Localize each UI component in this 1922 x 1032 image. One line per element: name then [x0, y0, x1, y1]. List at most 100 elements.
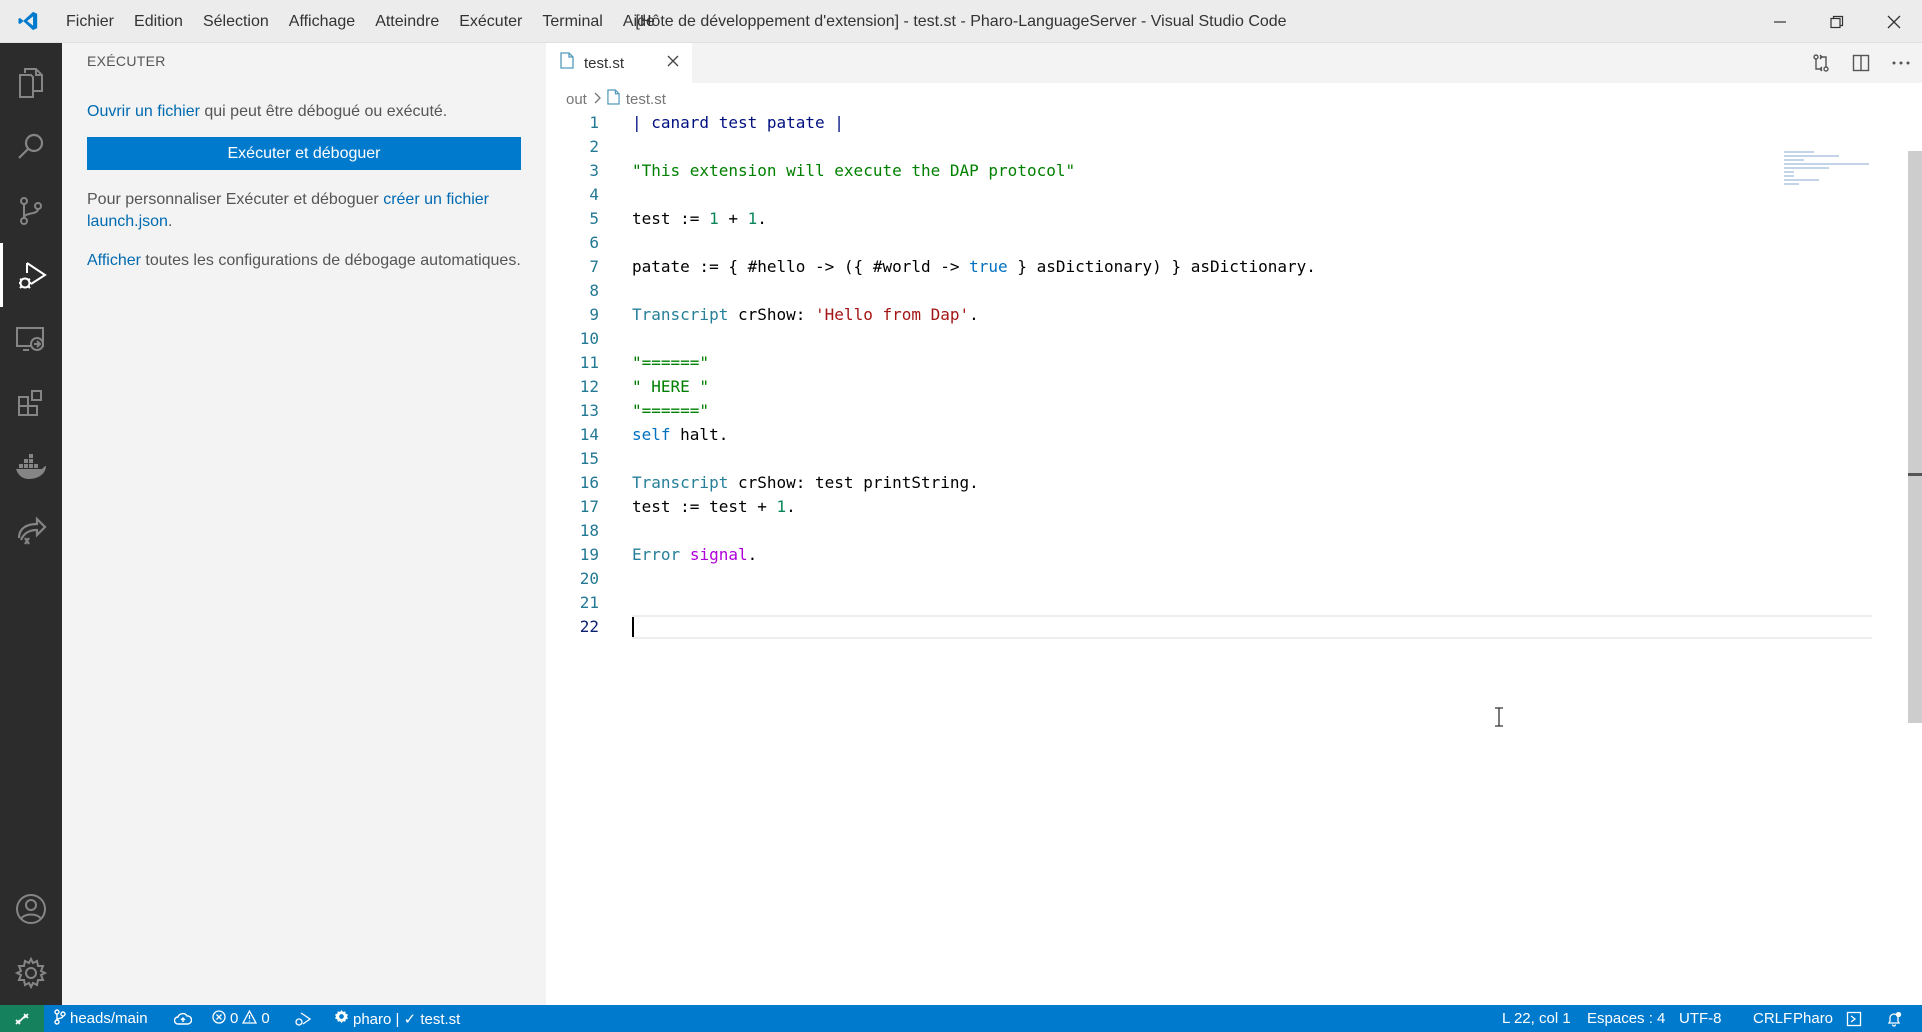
vertical-scrollbar[interactable] — [1908, 151, 1922, 723]
code-token: . — [786, 497, 796, 516]
close-icon[interactable] — [666, 54, 680, 73]
file-icon — [560, 52, 574, 74]
code-line[interactable]: 9 Transcript crShow: 'Hello from Dap'. — [546, 303, 1886, 327]
code-line[interactable]: 3 "This extension will execute the DAP pr… — [546, 159, 1886, 183]
code-line[interactable]: 1 | canard test patate | — [546, 111, 1886, 135]
code-line[interactable]: 16 Transcript crShow: test printString. — [546, 471, 1886, 495]
remote-indicator-icon[interactable] — [0, 1005, 44, 1032]
code-line[interactable]: 21 — [546, 591, 1886, 615]
line-number: 7 — [589, 257, 599, 276]
remote-explorer-icon[interactable] — [0, 307, 62, 371]
menu-terminal[interactable]: Terminal — [532, 0, 612, 43]
line-number: 9 — [589, 305, 599, 324]
line-content: | canard test patate | — [632, 111, 844, 135]
code-line[interactable]: 10 — [546, 327, 1886, 351]
open-file-link[interactable]: Ouvrir un fichier — [87, 103, 200, 120]
line-number: 20 — [579, 569, 599, 588]
code-line[interactable]: 15 — [546, 447, 1886, 471]
menu-selection[interactable]: Sélection — [193, 0, 279, 43]
code-line[interactable]: 6 — [546, 231, 1886, 255]
cursor-position[interactable]: L 22, col 1 — [1502, 1005, 1571, 1032]
language-mode[interactable]: Pharo — [1793, 1005, 1833, 1032]
code-token: Transcript — [632, 473, 729, 492]
line-content: Error signal. — [632, 543, 757, 567]
code-token: + — [718, 209, 748, 228]
close-window-icon[interactable] — [1865, 0, 1922, 43]
line-number: 13 — [579, 401, 599, 420]
menu-affichage[interactable]: Affichage — [279, 0, 365, 43]
breadcrumb-folder[interactable]: out — [566, 91, 587, 108]
split-editor-icon[interactable] — [1850, 49, 1872, 77]
line-content: self halt. — [632, 423, 728, 447]
line-content: patate := { #hello -> ({ #world -> true … — [632, 255, 1316, 279]
menu-executer[interactable]: Exécuter — [449, 0, 532, 43]
line-content: "======" — [632, 399, 709, 423]
text-cursor-icon — [1494, 707, 1504, 732]
tab-test-st[interactable]: test.st — [546, 43, 692, 83]
code-line[interactable]: 19 Error signal. — [546, 543, 1886, 567]
restore-icon[interactable] — [1808, 0, 1865, 43]
end-of-line[interactable]: CRLF — [1753, 1005, 1792, 1032]
live-share-icon[interactable] — [0, 499, 62, 563]
line-number: 14 — [579, 425, 599, 444]
account-icon[interactable] — [0, 877, 62, 941]
explorer-icon[interactable] — [0, 51, 62, 115]
customize-end: . — [167, 213, 173, 230]
line-number: 11 — [579, 353, 599, 372]
problems-indicator[interactable]: 0 0 — [212, 1005, 270, 1032]
source-control-icon[interactable] — [0, 179, 62, 243]
sync-icon[interactable] — [174, 1005, 192, 1032]
line-number: 22 — [579, 617, 599, 636]
code-line[interactable]: 5 test := 1 + 1. — [546, 207, 1886, 231]
run-and-debug-button[interactable]: Exécuter et déboguer — [87, 137, 521, 170]
notifications-bell-icon[interactable] — [1886, 1005, 1902, 1032]
code-token: "======" — [632, 401, 710, 420]
line-number: 2 — [589, 137, 599, 156]
debug-run-icon[interactable] — [294, 1005, 312, 1032]
indentation[interactable]: Espaces : 4 — [1587, 1005, 1665, 1032]
extensions-icon[interactable] — [0, 371, 62, 435]
code-line[interactable]: 2 — [546, 135, 1886, 159]
line-content: "======" — [632, 351, 709, 375]
search-icon[interactable] — [0, 115, 62, 179]
line-content: test := test + 1. — [632, 495, 796, 519]
line-number: 5 — [589, 209, 599, 228]
status-bar: heads/main 0 0 pharo | ✓ test.st L 22, c… — [0, 1005, 1922, 1032]
feedback-icon[interactable] — [1846, 1005, 1862, 1032]
show-configs-link[interactable]: Afficher — [87, 252, 141, 269]
code-line[interactable]: 12 " HERE " — [546, 375, 1886, 399]
code-line[interactable]: 17 test := test + 1. — [546, 495, 1886, 519]
open-changes-icon[interactable] — [1810, 49, 1832, 77]
menu-aide[interactable]: Aide — [613, 0, 665, 43]
branch-indicator[interactable]: heads/main — [54, 1005, 148, 1032]
menu-atteindre[interactable]: Atteindre — [365, 0, 449, 43]
code-line[interactable]: 7 patate := { #hello -> ({ #world -> true… — [546, 255, 1886, 279]
code-token: patate := { #hello -> ({ #world -> — [632, 257, 970, 276]
encoding[interactable]: UTF-8 — [1679, 1005, 1722, 1032]
code-line[interactable]: 4 — [546, 183, 1886, 207]
line-number: 21 — [579, 593, 599, 612]
menu-edition[interactable]: Edition — [124, 0, 193, 43]
git-branch-icon — [54, 1008, 66, 1029]
menu-fichier[interactable]: Fichier — [56, 0, 124, 43]
code-line[interactable]: 8 — [546, 279, 1886, 303]
code-line[interactable]: 20 — [546, 567, 1886, 591]
code-line[interactable]: 18 — [546, 519, 1886, 543]
scroll-position-marker — [1908, 473, 1922, 476]
code-token: test := — [632, 209, 710, 228]
code-line[interactable]: 22 — [546, 615, 1886, 639]
breadcrumb-file[interactable]: test.st — [626, 91, 666, 108]
minimap[interactable] — [1784, 151, 1904, 201]
line-number: 8 — [589, 281, 599, 300]
code-line[interactable]: 11 "======" — [546, 351, 1886, 375]
run-debug-icon[interactable] — [0, 243, 62, 307]
line-number: 18 — [579, 521, 599, 540]
pharo-status[interactable]: pharo | ✓ test.st — [334, 1005, 460, 1032]
docker-icon[interactable] — [0, 435, 62, 499]
line-number: 1 — [589, 113, 599, 132]
more-actions-icon[interactable] — [1890, 49, 1912, 77]
code-line[interactable]: 13 "======" — [546, 399, 1886, 423]
settings-gear-icon[interactable] — [0, 941, 62, 1005]
minimize-icon[interactable] — [1751, 0, 1808, 43]
code-line[interactable]: 14 self halt. — [546, 423, 1886, 447]
